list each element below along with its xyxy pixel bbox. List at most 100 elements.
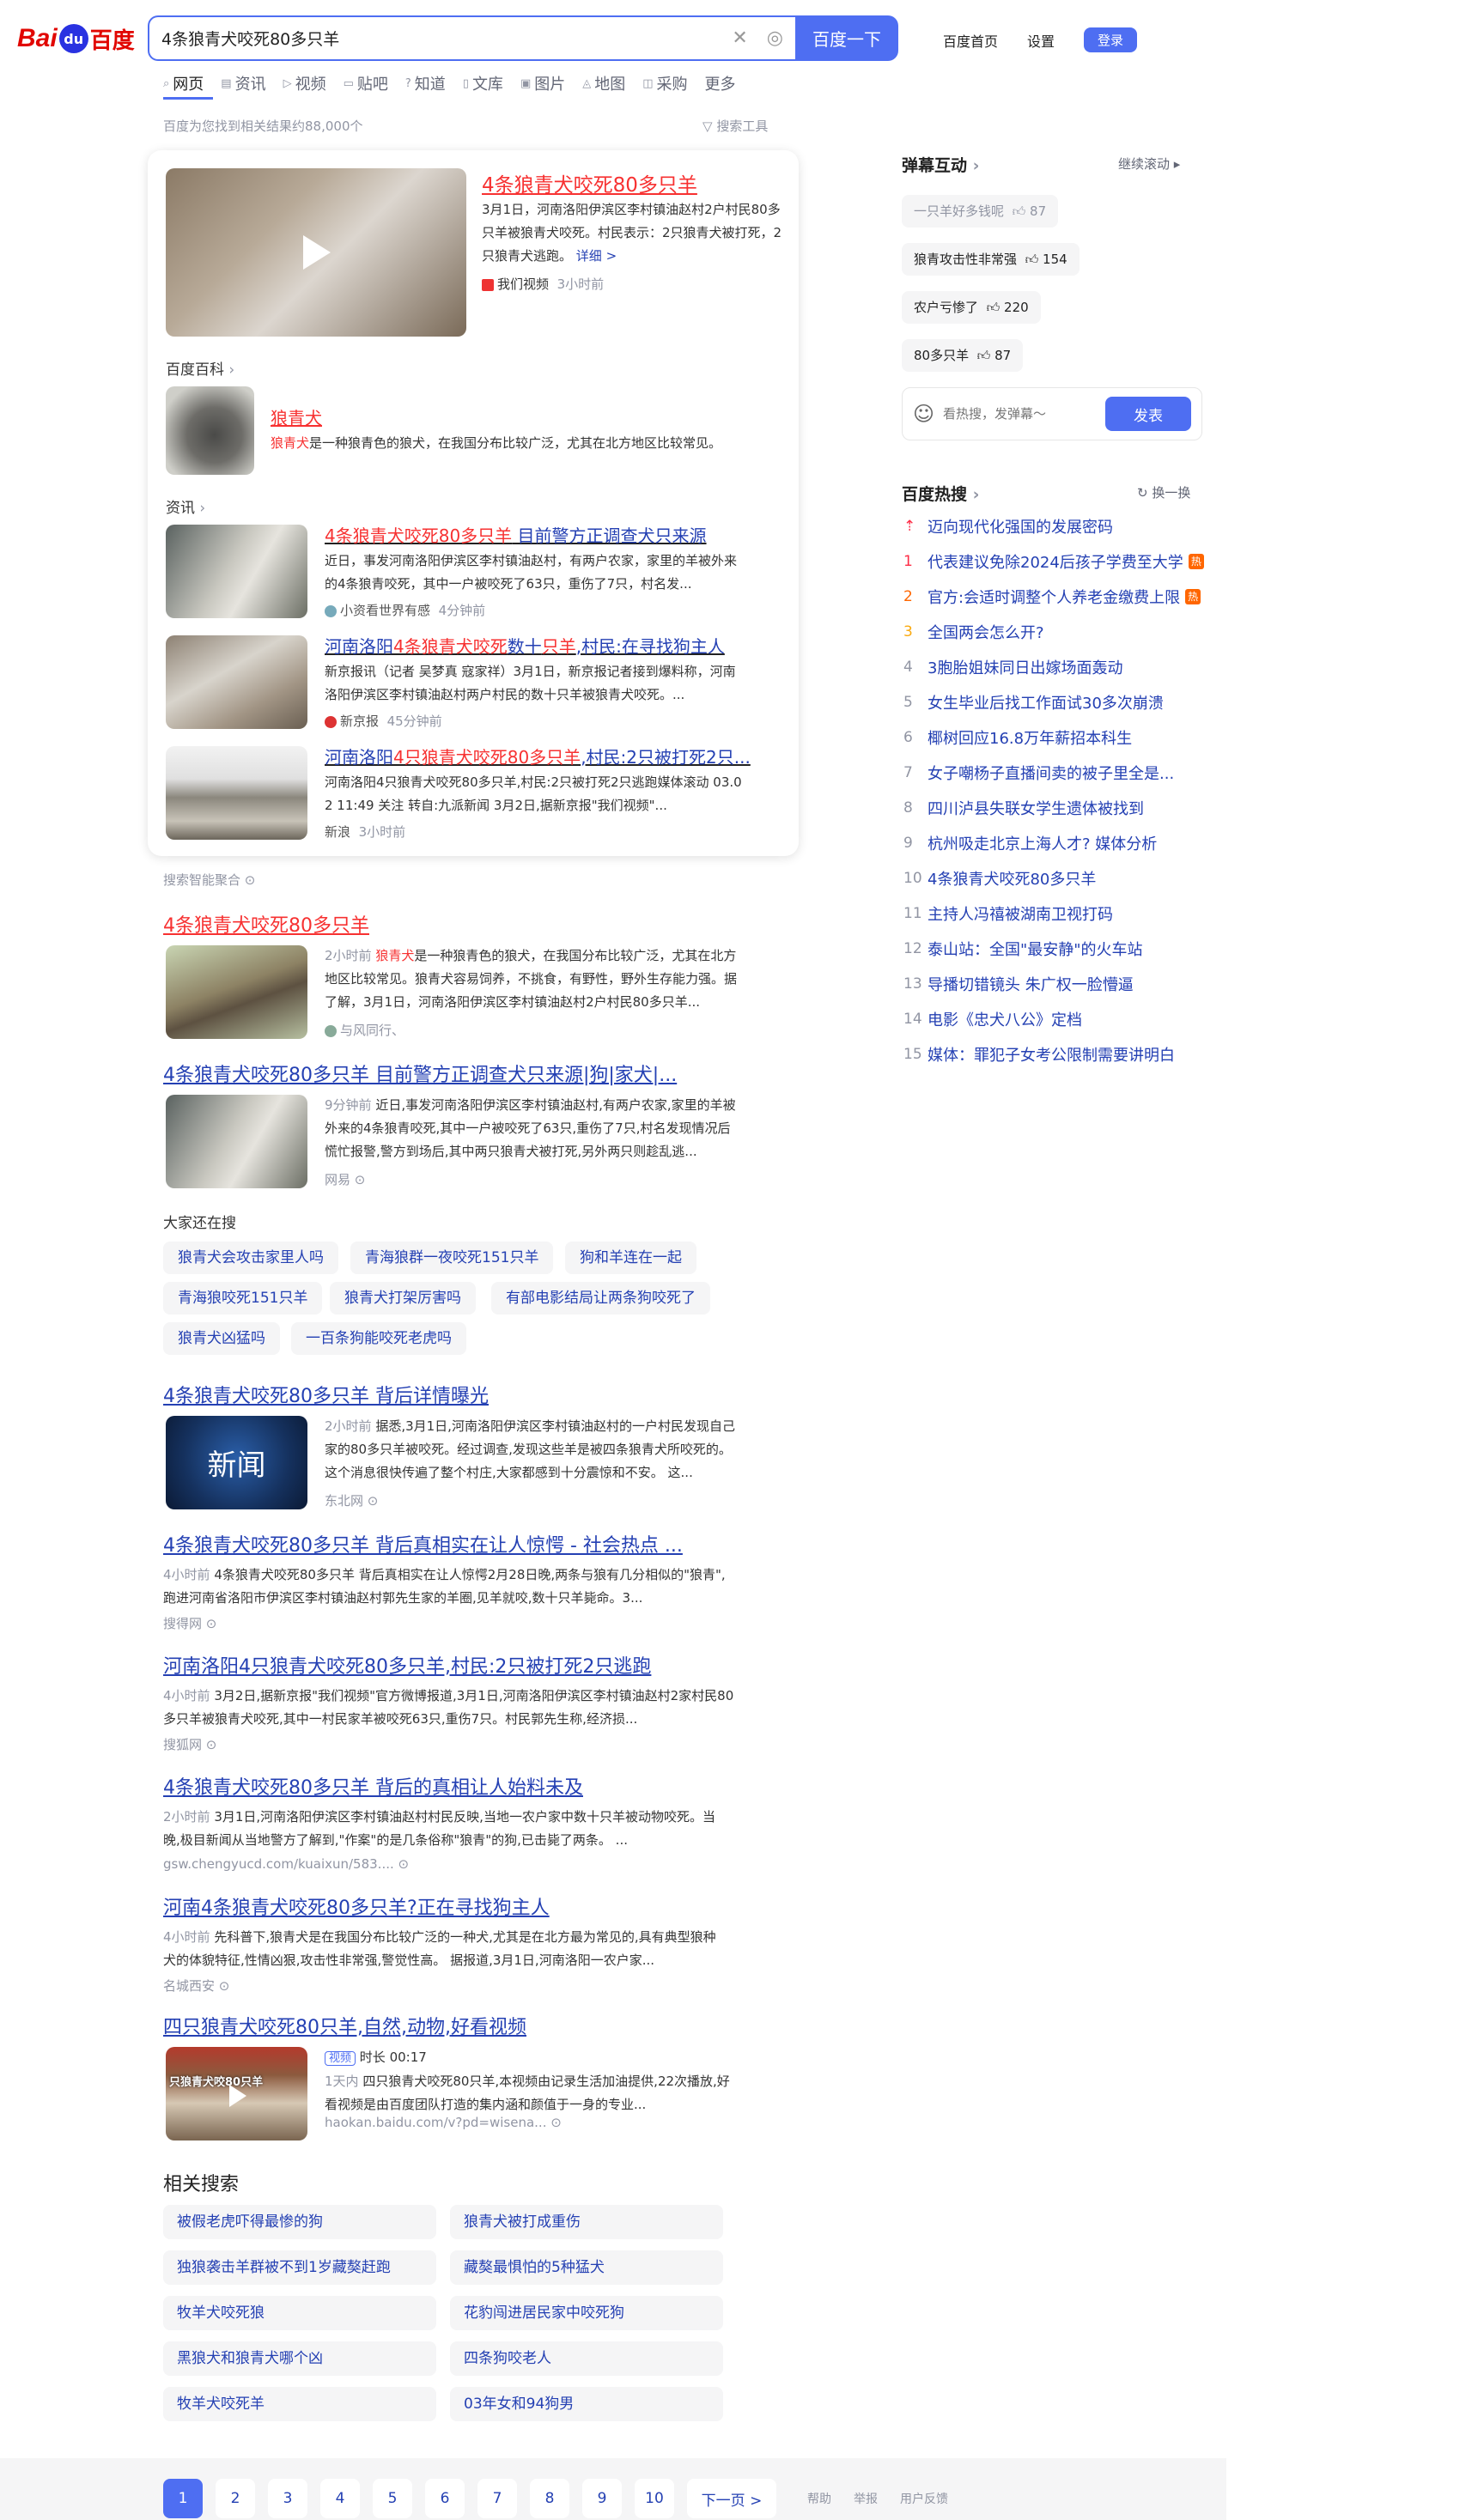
news-title[interactable]: 4条狼青犬咬死80多只羊 目前警方正调查犬只来源 <box>325 522 707 547</box>
hot-item[interactable]: 5 女生毕业后找工作面试30多次崩溃 <box>903 691 1164 713</box>
result-title[interactable]: 4条狼青犬咬死80多只羊 背后详情曝光 <box>163 1381 489 1408</box>
related-search-item[interactable]: 四条狗咬老人 <box>450 2341 723 2376</box>
danmu-item[interactable]: 一只羊好多钱呢 👍︎ 87 <box>902 195 1059 228</box>
tab-web[interactable]: ⌕ 网页 <box>163 72 204 94</box>
also-search-tag[interactable]: 狼青犬打架厉害吗 <box>330 1282 476 1315</box>
result-source[interactable]: 东北网 ⊙ <box>325 1491 378 1509</box>
result-title[interactable]: 4条狼青犬咬死80多只羊 背后真相实在让人惊愕 - 社会热点 ... <box>163 1530 683 1558</box>
hot-item[interactable]: 2 官方:会适时调整个人养老金缴费上限热 <box>903 586 1201 608</box>
page-4[interactable]: 4 <box>320 2479 360 2518</box>
hot-item[interactable]: 12 泰山站：全国"最安静"的火车站 <box>903 938 1143 960</box>
also-search-tag[interactable]: 青海狼群一夜咬死151只羊 <box>350 1242 554 1274</box>
related-search-item[interactable]: 花豹闯进居民家中咬死狗 <box>450 2296 723 2330</box>
news-thumbnail[interactable] <box>166 746 307 840</box>
tab-image[interactable]: ▣ 图片 <box>520 72 565 94</box>
also-search-tag[interactable]: 狼青犬会攻击家里人吗 <box>163 1242 338 1274</box>
also-search-tag[interactable]: 有部电影结局让两条狗咬死了 <box>491 1282 710 1315</box>
danmu-title[interactable]: 弹幕互动 › <box>902 153 979 176</box>
video-thumbnail[interactable]: 只狼青犬咬80只羊 <box>166 2047 307 2140</box>
result-title[interactable]: 4条狼青犬咬死80多只羊 目前警方正调查犬只来源|狗|家犬|... <box>163 1060 677 1087</box>
hot-search-title[interactable]: 百度热搜 › <box>902 482 979 505</box>
tab-news[interactable]: ▤ 资讯 <box>221 72 265 94</box>
camera-icon[interactable]: ◎ <box>767 27 783 49</box>
page-8[interactable]: 8 <box>530 2479 569 2518</box>
tab-tieba[interactable]: ▭ 贴吧 <box>344 72 388 94</box>
page-5[interactable]: 5 <box>373 2479 412 2518</box>
settings-link[interactable]: 设置 <box>1027 30 1055 51</box>
tab-more[interactable]: 更多 <box>705 72 736 94</box>
hot-item[interactable]: 1 代表建议免除2024后孩子学费至大学热 <box>903 550 1204 573</box>
related-search-item[interactable]: 牧羊犬咬死羊 <box>163 2387 436 2421</box>
clear-icon[interactable]: ✕ <box>732 27 747 49</box>
hot-item[interactable]: 6 椰树回应16.8万年薪招本科生 <box>903 726 1132 749</box>
page-6[interactable]: 6 <box>425 2479 465 2518</box>
danmu-item[interactable]: 农户亏惨了 👍︎ 220 <box>902 291 1041 324</box>
result-source[interactable]: 搜得网 ⊙ <box>163 1614 216 1632</box>
page-10[interactable]: 10 <box>635 2479 674 2518</box>
hot-item[interactable]: 7 女子嘲杨子直播间卖的被子里全是... <box>903 762 1174 784</box>
danmu-send-button[interactable]: 发表 <box>1105 397 1191 431</box>
hot-item[interactable]: 15 媒体：罪犯子女考公限制需要讲明白 <box>903 1043 1175 1066</box>
related-search-item[interactable]: 03年女和94狗男 <box>450 2387 723 2421</box>
video-thumbnail[interactable] <box>166 168 466 337</box>
page-3[interactable]: 3 <box>268 2479 307 2518</box>
related-search-item[interactable]: 藏獒最惧怕的5种猛犬 <box>450 2250 723 2285</box>
hot-item[interactable]: 13 导播切错镜头 朱广权一脸懵逼 <box>903 973 1134 995</box>
search-input[interactable] <box>161 28 714 48</box>
related-search-item[interactable]: 黑狼犬和狼青犬哪个凶 <box>163 2341 436 2376</box>
related-search-item[interactable]: 狼青犬被打成重伤 <box>450 2205 723 2239</box>
result-title[interactable]: 4条狼青犬咬死80多只羊 背后的真相让人始料未及 <box>163 1772 583 1800</box>
page-2[interactable]: 2 <box>216 2479 255 2518</box>
tab-video[interactable]: ▷ 视频 <box>283 72 326 94</box>
also-search-tag[interactable]: 狗和羊连在一起 <box>565 1242 696 1274</box>
feedback-link[interactable]: 用户反馈 <box>900 2490 948 2507</box>
hot-item[interactable]: 3 全国两会怎么开? <box>903 621 1044 643</box>
result-thumbnail[interactable]: 新闻 <box>166 1416 307 1509</box>
danmu-item[interactable]: 狼青攻击性非常强 👍︎ 154 <box>902 243 1080 276</box>
news-title[interactable]: 河南洛阳4只狼青犬咬死80多只羊,村民:2只被打死2只... <box>325 744 751 768</box>
hot-item[interactable]: ⇡ 迈向现代化强国的发展密码 <box>903 515 1113 537</box>
tab-zhidao[interactable]: ? 知道 <box>405 72 446 94</box>
related-search-item[interactable]: 牧羊犬咬死狼 <box>163 2296 436 2330</box>
also-search-tag[interactable]: 青海狼咬死151只羊 <box>163 1282 323 1315</box>
danmu-input[interactable] <box>943 406 1098 422</box>
news-thumbnail[interactable] <box>166 525 307 618</box>
baike-label[interactable]: 百度百科 › <box>166 357 234 379</box>
tab-wenku[interactable]: ▯ 文库 <box>463 72 503 94</box>
baike-thumbnail[interactable] <box>166 386 254 475</box>
result-title[interactable]: 河南洛阳4只狼青犬咬死80多只羊,村民:2只被打死2只逃跑 <box>163 1651 651 1679</box>
home-link[interactable]: 百度首页 <box>943 30 998 51</box>
hot-item[interactable]: 8 四川泸县失联女学生遗体被找到 <box>903 797 1144 819</box>
hot-item[interactable]: 10 4条狼青犬咬死80多只羊 <box>903 867 1096 890</box>
danmu-item[interactable]: 80多只羊 👍︎ 87 <box>902 339 1024 372</box>
result-source[interactable]: haokan.baidu.com/v?pd=wisena... ⊙ <box>325 2115 562 2130</box>
also-search-tag[interactable]: 狼青犬凶猛吗 <box>163 1322 280 1355</box>
hot-item[interactable]: 9 杭州吸走北京上海人才? 媒体分析 <box>903 832 1157 854</box>
help-link[interactable]: 帮助 <box>807 2490 831 2507</box>
hot-item[interactable]: 14 电影《忠犬八公》定档 <box>903 1008 1082 1030</box>
news-title[interactable]: 河南洛阳4条狼青犬咬死数十只羊,村民:在寻找狗主人 <box>325 633 725 658</box>
refresh-button[interactable]: ↻ 换一换 <box>1137 483 1190 501</box>
hot-item[interactable]: 11 主持人冯禧被湖南卫视打码 <box>903 902 1113 925</box>
result-thumbnail[interactable] <box>166 1095 307 1188</box>
continue-scroll-button[interactable]: 继续滚动 ▸ <box>1118 155 1180 173</box>
result-source[interactable]: 搜狐网 ⊙ <box>163 1735 216 1753</box>
video-more-link[interactable]: 详细 > <box>576 248 617 264</box>
page-1[interactable]: 1 <box>163 2479 203 2518</box>
search-button[interactable]: 百度一下 <box>795 15 898 61</box>
news-label[interactable]: 资讯 › <box>166 495 205 517</box>
report-link[interactable]: 举报 <box>854 2490 878 2507</box>
next-page-button[interactable]: 下一页 > <box>687 2479 776 2518</box>
page-7[interactable]: 7 <box>477 2479 517 2518</box>
news-thumbnail[interactable] <box>166 635 307 729</box>
tab-map[interactable]: ◬ 地图 <box>582 72 625 94</box>
result-source[interactable]: 与风同行、 <box>325 1021 404 1039</box>
also-search-tag[interactable]: 一百条狗能咬死老虎吗 <box>291 1322 466 1355</box>
result-title[interactable]: 四只狼青犬咬死80只羊,自然,动物,好看视频 <box>163 2012 526 2039</box>
tab-purchase[interactable]: ◫ 采购 <box>642 72 687 94</box>
related-search-item[interactable]: 独狼袭击羊群被不到1岁藏獒赶跑 <box>163 2250 436 2285</box>
page-9[interactable]: 9 <box>582 2479 622 2518</box>
info-icon[interactable]: ⊙ <box>245 872 256 888</box>
result-title[interactable]: 河南4条狼青犬咬死80多只羊?正在寻找狗主人 <box>163 1892 550 1920</box>
emoji-icon[interactable]: ☺ <box>913 402 934 426</box>
